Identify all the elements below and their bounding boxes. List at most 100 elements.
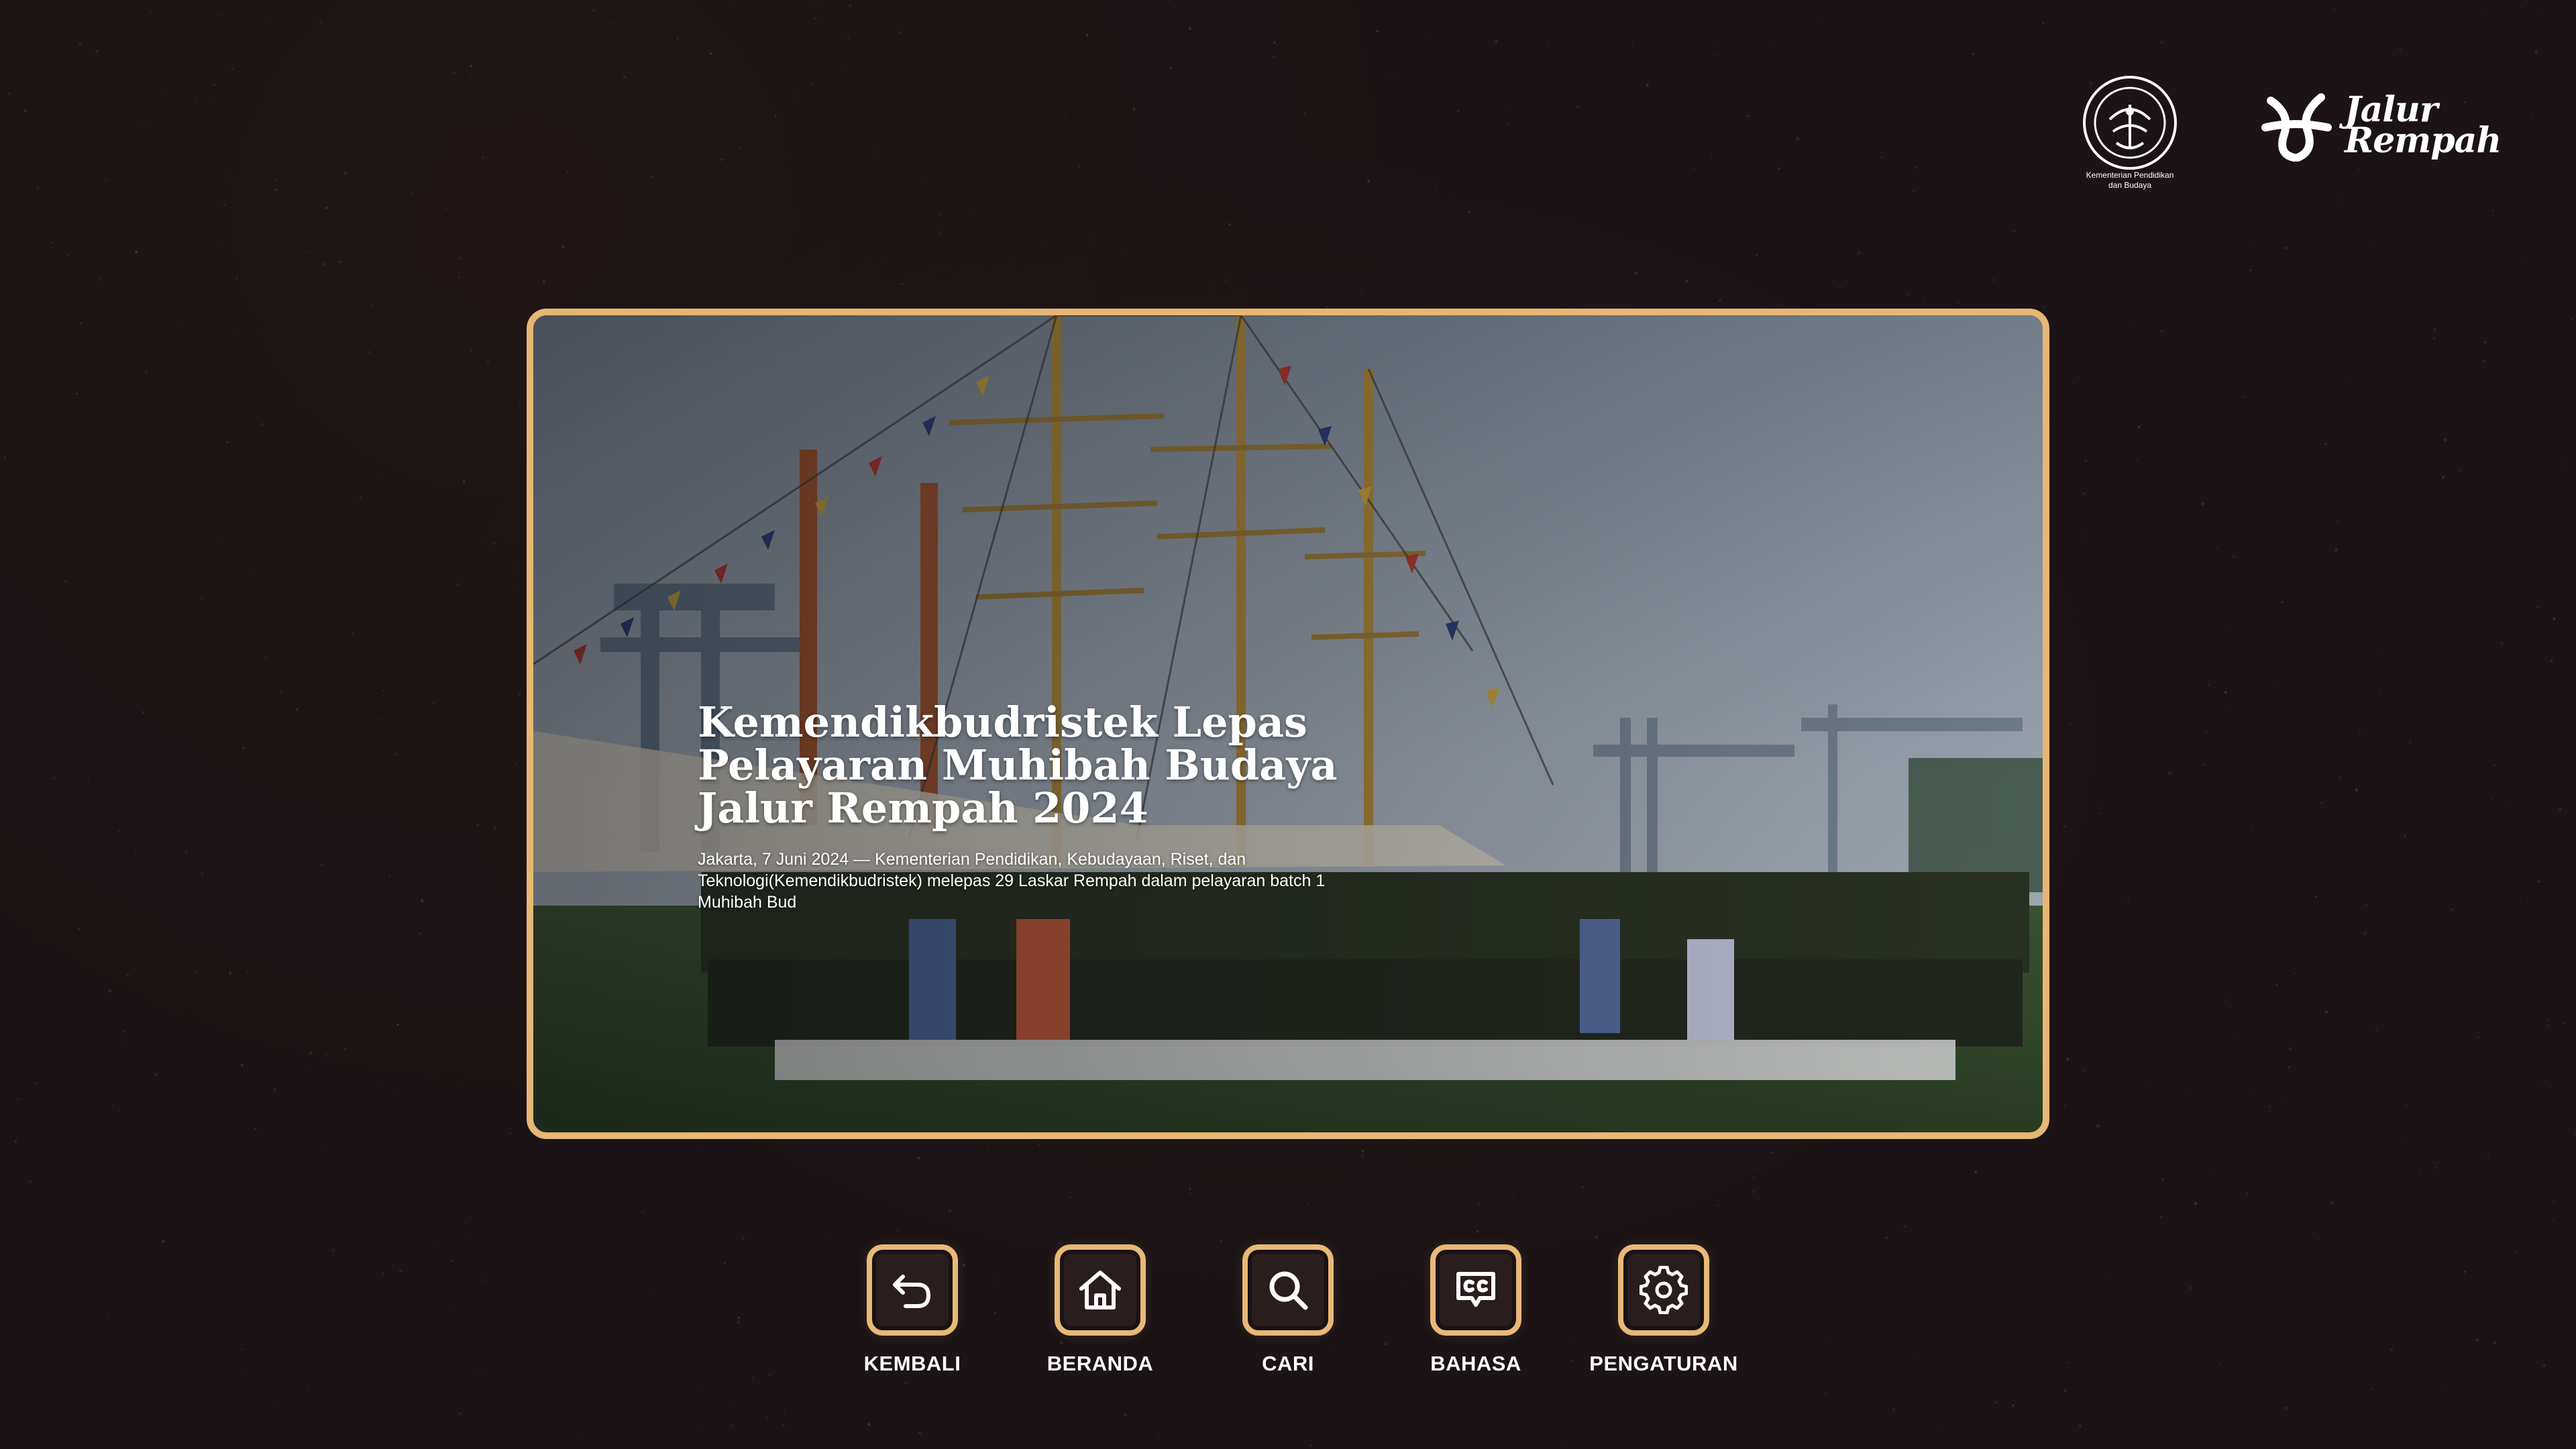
kemendikbud-logo: Kementerian Pendidikan dan Budaya [2080, 72, 2180, 193]
speckle-dot [1903, 1225, 1906, 1228]
speckle-dot [515, 763, 517, 766]
speckle-dot [2363, 931, 2367, 935]
speckle-dot [261, 423, 264, 426]
speckle-dot [510, 1132, 512, 1134]
speckle-dot [2137, 724, 2139, 727]
speckle-dot [1091, 239, 1093, 241]
speckle-dot [2127, 897, 2130, 901]
speckle-dot [2553, 617, 2556, 621]
speckle-dot [269, 586, 271, 588]
speckle-dot [2069, 722, 2072, 725]
speckle-dot [106, 1037, 108, 1039]
speckle-dot [1914, 166, 1917, 169]
speckle-dot [236, 566, 238, 568]
speckle-dot [1755, 254, 1758, 257]
speckle-dot [199, 597, 203, 601]
speckle-dot [591, 1202, 593, 1205]
speckle-dot [185, 851, 188, 853]
speckle-dot [2224, 691, 2227, 694]
speckle-dot [1629, 91, 1631, 93]
speckle-dot [2286, 1099, 2288, 1102]
speckle-dot [43, 373, 45, 375]
speckle-dot [1367, 180, 1371, 183]
beranda-button[interactable] [1055, 1244, 1146, 1336]
kembali-button[interactable] [867, 1244, 958, 1336]
bahasa-button[interactable] [1430, 1244, 1521, 1336]
speckle-dot [276, 179, 278, 182]
speckle-dot [496, 794, 498, 796]
speckle-dot [2136, 459, 2139, 462]
speckle-dot [1018, 1202, 1020, 1204]
speckle-dot [393, 1089, 395, 1091]
speckle-dot [696, 1148, 699, 1151]
speckle-dot [2441, 476, 2445, 479]
speckle-dot [2147, 262, 2149, 264]
speckle-dot [898, 31, 902, 35]
speckle-dot [1997, 213, 1999, 215]
speckle-dot [1408, 1234, 1410, 1236]
speckle-dot [184, 1163, 186, 1165]
speckle-dot [1631, 44, 1633, 46]
speckle-dot [1476, 1230, 1479, 1233]
speckle-dot [765, 1415, 769, 1419]
speckle-dot [1259, 1152, 1262, 1155]
speckle-dot [195, 970, 198, 974]
nav-pengaturan[interactable]: PENGATURAN [1570, 1244, 1758, 1385]
speckle-dot [421, 899, 424, 902]
nav-bahasa[interactable]: BAHASA [1382, 1244, 1570, 1385]
speckle-dot [2246, 1192, 2249, 1195]
speckle-dot [482, 156, 484, 159]
speckle-dot [2127, 320, 2130, 323]
speckle-dot [2272, 1045, 2274, 1047]
speckle-dot [1173, 5, 1176, 9]
speckle-dot [1271, 74, 1274, 76]
speckle-dot [733, 1401, 735, 1403]
speckle-dot [2520, 901, 2522, 904]
pengaturan-button[interactable] [1618, 1244, 1709, 1336]
speckle-dot [168, 1431, 170, 1433]
speckle-dot [493, 541, 496, 545]
speckle-dot [123, 1044, 125, 1046]
speckle-dot [1346, 1408, 1349, 1410]
speckle-dot [297, 406, 299, 408]
speckle-dot [470, 348, 474, 352]
speckle-dot [2087, 996, 2090, 998]
cari-label: CARI [1262, 1352, 1314, 1375]
speckle-dot [182, 321, 184, 323]
nav-cari[interactable]: CARI [1194, 1244, 1382, 1385]
cari-button[interactable] [1242, 1244, 1334, 1336]
featured-news-card[interactable]: Kemendikbudristek Lepas Pelayaran Muhiba… [527, 309, 2049, 1139]
nav-kembali[interactable]: KEMBALI [818, 1244, 1006, 1385]
speckle-dot [2281, 601, 2284, 604]
speckle-dot [2346, 375, 2348, 377]
speckle-dot [1465, 268, 1467, 269]
speckle-dot [2049, 1065, 2051, 1067]
speckle-dot [2194, 1201, 2198, 1205]
speckle-dot [2206, 419, 2208, 421]
speckle-dot [200, 872, 204, 875]
speckle-dot [301, 633, 303, 635]
speckle-dot [518, 404, 521, 407]
speckle-dot [2403, 1138, 2405, 1140]
speckle-dot [2355, 788, 2359, 792]
kemendikbud-caption: Kementerian Pendidikan dan Budaya [2063, 170, 2197, 191]
speckle-dot [21, 455, 23, 457]
featured-headline[interactable]: Kemendikbudristek Lepas Pelayaran Muhiba… [698, 701, 1402, 830]
speckle-dot [395, 753, 398, 756]
nav-beranda[interactable]: BERANDA [1006, 1244, 1194, 1385]
speckle-dot [1885, 1236, 1888, 1240]
speckle-dot [2249, 264, 2252, 267]
speckle-dot [359, 496, 362, 499]
speckle-dot [2159, 652, 2161, 655]
speckle-dot [1124, 1413, 1128, 1417]
speckle-dot [1815, 117, 1817, 119]
speckle-dot [120, 499, 123, 502]
speckle-dot [388, 875, 391, 878]
speckle-dot [321, 1148, 324, 1151]
speckle-dot [1838, 286, 1842, 290]
speckle-dot [52, 776, 56, 780]
speckle-dot [2084, 459, 2088, 463]
speckle-dot [1565, 303, 1567, 305]
speckle-dot [1717, 1204, 1719, 1206]
rempah-word: Rempah [2345, 120, 2502, 161]
